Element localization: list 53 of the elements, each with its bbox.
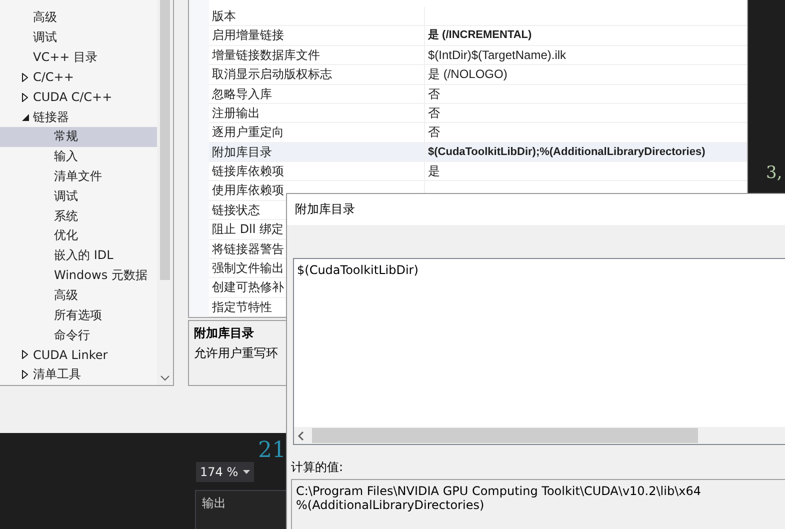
description-text: 允许用户重写环 [194, 345, 279, 362]
property-value[interactable]: $(IntDir)$(TargetName).ilk [425, 46, 747, 64]
property-name[interactable]: 版本 [209, 7, 425, 26]
property-name[interactable]: 忽略导入库 [209, 84, 425, 103]
collapsed-icon[interactable] [22, 350, 28, 360]
property-value[interactable]: 否 [425, 84, 747, 103]
property-name[interactable]: 增量链接数据库文件 [209, 46, 425, 64]
tree-item[interactable]: 优化 [0, 226, 157, 246]
tree-item[interactable]: VC++ 目录 [0, 47, 157, 67]
tree-item[interactable]: 命令行 [0, 325, 157, 345]
tree-item[interactable]: Windows 元数据 [0, 266, 157, 286]
collapsed-icon[interactable] [22, 370, 28, 380]
tree-item[interactable]: CUDA C/C++ [0, 87, 157, 107]
panel-title: 输出 [202, 495, 226, 512]
tree-item[interactable]: 常规 [0, 127, 157, 147]
property-name[interactable]: 启用增量链接 [209, 26, 425, 45]
tree-item[interactable]: 清单文件 [0, 166, 157, 186]
tree-item[interactable]: 所有选项 [0, 305, 157, 326]
code-text: 3, [766, 163, 782, 183]
property-value[interactable]: 是 (/INCREMENTAL) [425, 26, 747, 45]
computed-line: %(AdditionalLibraryDirectories) [296, 498, 486, 512]
property-name[interactable]: 附加库目录 [209, 142, 425, 161]
computed-line: C:\Program Files\NVIDIA GPU Computing Toolkit\CUDA\v10.2\lib\x64 [296, 484, 702, 498]
zoom-dropdown[interactable]: 174 % [196, 462, 254, 482]
tree-item[interactable]: 调试 [0, 186, 157, 206]
collapsed-icon[interactable] [22, 92, 28, 102]
tree-item[interactable]: 高级 [0, 7, 157, 27]
property-value[interactable]: $(CudaToolkitLibDir);%(AdditionalLibraryDirectories) [425, 142, 747, 161]
property-name[interactable]: 注册输出 [209, 104, 425, 122]
property-value[interactable]: 否 [425, 123, 747, 142]
tree-item[interactable]: 链接器 [0, 107, 157, 127]
tree-item[interactable]: C/C++ [0, 67, 157, 87]
description-title: 附加库目录 [194, 325, 255, 342]
tree-item[interactable]: CUDA Linker [0, 344, 157, 365]
caret-icon [243, 470, 250, 474]
tree-item[interactable]: 清单工具 [0, 364, 157, 385]
property-name[interactable]: 取消显示启动版权标志 [209, 65, 425, 84]
tree-item[interactable]: 嵌入的 IDL [0, 246, 157, 266]
tree-item[interactable]: 高级 [0, 286, 157, 306]
property-value[interactable]: 是 [425, 162, 747, 180]
tree-item[interactable]: 系统 [0, 206, 157, 226]
property-value[interactable]: 否 [425, 104, 747, 122]
property-value[interactable]: 是 (/NOLOGO) [425, 65, 747, 84]
tree-item[interactable]: 调试 [0, 27, 157, 47]
collapsed-icon[interactable] [22, 72, 28, 82]
dialog-title: 附加库目录 [295, 201, 355, 218]
property-name[interactable]: 链接库依赖项 [209, 162, 425, 180]
tree-item[interactable]: 输入 [0, 146, 157, 167]
computed-label: 计算的值: [291, 459, 344, 476]
input-field[interactable]: $(CudaToolkitLibDir) [293, 258, 785, 445]
expanded-icon[interactable] [22, 114, 28, 120]
line-number: 21 [258, 438, 286, 463]
property-name[interactable]: 逐用户重定向 [209, 123, 425, 142]
